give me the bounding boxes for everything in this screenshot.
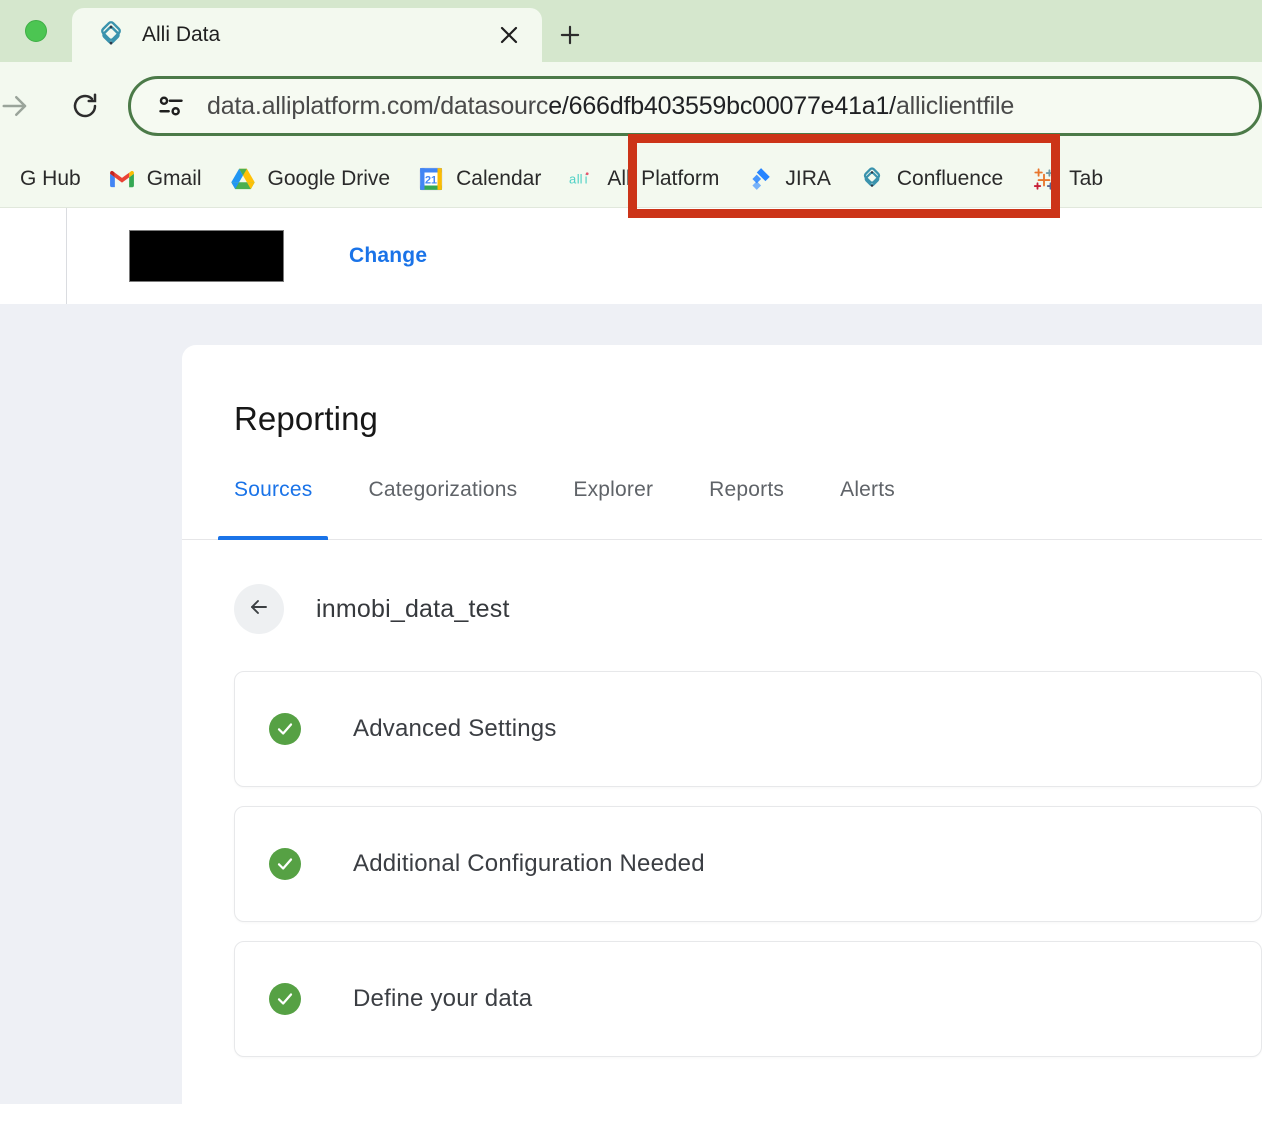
section-label: Define your data: [353, 985, 532, 1013]
page-title: Reporting: [182, 345, 1262, 438]
jira-icon: [747, 166, 773, 192]
svg-text:ll: ll: [577, 171, 583, 186]
arrow-left-icon: [247, 595, 271, 624]
tab-sources[interactable]: Sources: [234, 478, 312, 539]
close-icon[interactable]: [492, 18, 526, 52]
browser-window: Alli Data: [0, 0, 1262, 1126]
bookmark-google-drive[interactable]: Google Drive: [216, 158, 405, 200]
github-icon: [0, 166, 8, 192]
window-traffic-lights[interactable]: [0, 0, 72, 62]
forward-button[interactable]: [0, 83, 38, 129]
google-calendar-icon: 21: [418, 166, 444, 192]
window-maximize-button[interactable]: [25, 20, 47, 42]
confluence-icon: [859, 166, 885, 192]
reload-button[interactable]: [62, 83, 108, 129]
check-circle-icon: [269, 983, 301, 1015]
section-card-additional-configuration[interactable]: Additional Configuration Needed: [234, 806, 1262, 922]
bookmark-label: JIRA: [785, 167, 831, 191]
url-highlighted-id: e/666dfb403559bc00077e41a1/: [548, 92, 896, 120]
bookmark-label: Google Drive: [268, 167, 391, 191]
bookmark-label: Alli Platform: [607, 167, 719, 191]
redacted-account-name: [129, 230, 284, 282]
bookmark-jira[interactable]: JIRA: [733, 158, 845, 200]
bookmark-label: Gmail: [147, 167, 202, 191]
bookmark-label: Confluence: [897, 167, 1003, 191]
section-card-advanced-settings[interactable]: Advanced Settings: [234, 671, 1262, 787]
check-circle-icon: [269, 848, 301, 880]
section-label: Advanced Settings: [353, 715, 557, 743]
alli-wordmark-icon: a ll i: [569, 166, 595, 192]
google-drive-icon: [230, 166, 256, 192]
source-section-list: Advanced Settings Additional Configurati…: [182, 634, 1262, 1057]
gmail-icon: [109, 166, 135, 192]
svg-text:21: 21: [425, 174, 437, 186]
change-account-link[interactable]: Change: [349, 244, 427, 268]
new-tab-button[interactable]: [542, 8, 598, 62]
bookmark-label: Calendar: [456, 167, 541, 191]
browser-toolbar: data.alliplatform.com/datasource/666dfb4…: [0, 62, 1262, 150]
reporting-tabs: Sources Categorizations Explorer Reports…: [182, 478, 1262, 540]
section-card-define-your-data[interactable]: Define your data: [234, 941, 1262, 1057]
app-logo-text-fragment: i: [0, 234, 2, 270]
section-label: Additional Configuration Needed: [353, 850, 705, 878]
check-circle-icon: [269, 713, 301, 745]
page-background: Reporting Sources Categorizations Explor…: [0, 304, 1262, 1104]
bookmark-gmail[interactable]: Gmail: [95, 158, 216, 200]
bookmark-confluence[interactable]: Confluence: [845, 158, 1017, 200]
bookmarks-bar: G Hub Gmail: [0, 150, 1262, 208]
alli-diamond-icon: [96, 20, 126, 50]
bookmark-tableau[interactable]: Tab: [1017, 158, 1117, 200]
address-bar[interactable]: data.alliplatform.com/datasource/666dfb4…: [128, 76, 1262, 136]
tableau-icon: [1031, 166, 1057, 192]
bookmark-alli-platform[interactable]: a ll i Alli Platform: [555, 158, 733, 200]
tab-strip: Alli Data: [0, 0, 1262, 62]
header-divider: [66, 208, 67, 304]
bookmark-label: G Hub: [20, 167, 81, 191]
browser-tab-alli-data[interactable]: Alli Data: [72, 8, 542, 62]
bookmark-g-hub[interactable]: G Hub: [0, 158, 95, 200]
svg-text:a: a: [569, 171, 577, 186]
address-bar-url: data.alliplatform.com/datasource/666dfb4…: [207, 92, 1014, 121]
source-name: inmobi_data_test: [316, 595, 510, 624]
site-settings-icon[interactable]: [157, 92, 185, 120]
source-header: inmobi_data_test: [182, 540, 1262, 634]
tab-categorizations[interactable]: Categorizations: [368, 478, 517, 539]
url-suffix: alliclientfile: [896, 92, 1014, 120]
browser-tab-title: Alli Data: [142, 23, 492, 47]
tab-explorer[interactable]: Explorer: [573, 478, 653, 539]
app-header-bar: i Change: [0, 208, 1262, 304]
app-logo[interactable]: i: [0, 208, 66, 304]
reporting-content-card: Reporting Sources Categorizations Explor…: [182, 345, 1262, 1104]
tab-reports[interactable]: Reports: [709, 478, 784, 539]
url-prefix: data.alliplatform.com/datasourc: [207, 92, 548, 120]
bookmark-label: Tab: [1069, 167, 1103, 191]
bookmark-calendar[interactable]: 21 Calendar: [404, 158, 555, 200]
back-button[interactable]: [234, 584, 284, 634]
tab-alerts[interactable]: Alerts: [840, 478, 895, 539]
